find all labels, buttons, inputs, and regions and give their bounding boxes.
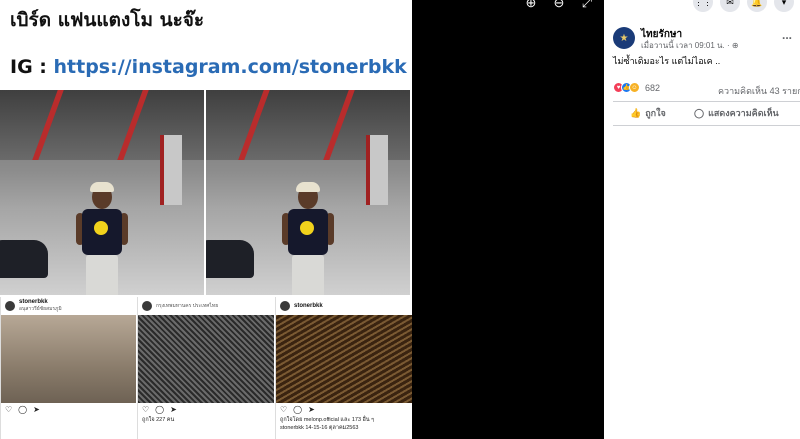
ig-post-3: stonerbkk ♡ ◯ ➤ ถูกใจโดย melonp.official แ…: [275, 297, 412, 439]
divider: [613, 101, 800, 102]
share-icon: ➤: [33, 405, 40, 414]
like-label: ถูกใจ: [645, 108, 666, 118]
share-icon: ➤: [308, 405, 315, 414]
more-options-button[interactable]: ...: [782, 28, 792, 42]
ig-prefix: IG :: [10, 56, 54, 78]
ig-likes: ถูกใจ 227 คน: [142, 417, 175, 423]
ig-location: กรุงเทพมหานคร ประเทศไทย: [156, 303, 219, 309]
heart-icon: ♡: [142, 405, 150, 414]
reaction-count: 682: [645, 82, 661, 93]
thumbs-up-icon: 👍: [630, 107, 642, 118]
ig-avatar: [142, 301, 152, 311]
like-button[interactable]: 👍 ถูกใจ: [630, 106, 666, 120]
heart-icon: ♡: [280, 405, 288, 414]
ig-post-2: กรุงเทพมหานคร ประเทศไทย ♡ ◯ ➤ ถูกใจ 227 คน: [137, 297, 274, 439]
ig-likes: ถูกใจโดย melonp.official และ 173 อื่น ๆ: [280, 417, 375, 423]
divider: [613, 125, 800, 126]
comment-icon: ◯: [155, 405, 165, 414]
post-photo[interactable]: เบิร์ด แฟนแตงโม นะจ๊ะ IG : https://insta…: [0, 0, 412, 439]
ig-avatar: [280, 301, 290, 311]
ig-post-1: stonerbkk อนุสาวรีย์ชัยสมรภูมิ ♡ ◯ ➤: [0, 297, 136, 439]
photo-right: [206, 90, 410, 295]
comment-icon: ◯: [694, 107, 705, 118]
post-text: ไม่ซ้ำเดิมอะไร แต่ไม่ไอเค ..: [613, 56, 721, 66]
page-avatar[interactable]: ★: [613, 27, 635, 49]
menu-grid-icon[interactable]: ⋮⋮: [693, 0, 713, 12]
photo-ig-line: IG : https://instagram.com/stonerbkk: [10, 56, 407, 78]
notifications-icon[interactable]: 🔔: [747, 0, 767, 12]
heart-icon: ♡: [5, 405, 13, 414]
share-icon: ➤: [170, 405, 177, 414]
ig-user: stonerbkk: [294, 303, 323, 309]
account-menu-icon[interactable]: ▾: [774, 0, 794, 12]
photo-left: [0, 90, 204, 295]
globe-icon: ⊕: [731, 41, 739, 50]
fullscreen-icon[interactable]: ⤢: [580, 0, 594, 10]
post-time[interactable]: เมื่อวานนี้ เวลา 09:01 น. · ⊕: [641, 39, 739, 52]
reactions-summary[interactable]: ♥ 👍 ☺ 682: [613, 82, 660, 93]
messenger-icon[interactable]: ✉: [720, 0, 740, 12]
haha-reaction-icon: ☺: [629, 82, 640, 93]
photo-headline: เบิร์ด แฟนแตงโม นะจ๊ะ: [10, 9, 205, 31]
photo-viewer: เบิร์ด แฟนแตงโม นะจ๊ะ IG : https://insta…: [0, 0, 604, 439]
zoom-out-icon[interactable]: ⊖: [552, 0, 566, 10]
zoom-in-icon[interactable]: ⊕: [524, 0, 538, 10]
ig-url: https://instagram.com/stonerbkk: [53, 56, 407, 78]
viewer-controls: ⊕ ⊖ ⤢: [524, 0, 594, 10]
top-actions: ⋮⋮ ✉ 🔔 ▾: [604, 0, 800, 14]
ig-location: อนุสาวรีย์ชัยสมรภูมิ: [19, 306, 62, 312]
comment-icon: ◯: [293, 405, 303, 414]
ig-avatar: [5, 301, 15, 311]
comment-label: แสดงความคิดเห็น: [708, 108, 779, 118]
comment-count[interactable]: ความคิดเห็น 43 รายการ: [718, 84, 800, 98]
comment-icon: ◯: [18, 405, 28, 414]
ig-caption: stonerbkk 14-15-16 ตุลาคม2563: [280, 425, 359, 431]
comment-button[interactable]: ◯ แสดงความคิดเห็น: [694, 106, 779, 120]
